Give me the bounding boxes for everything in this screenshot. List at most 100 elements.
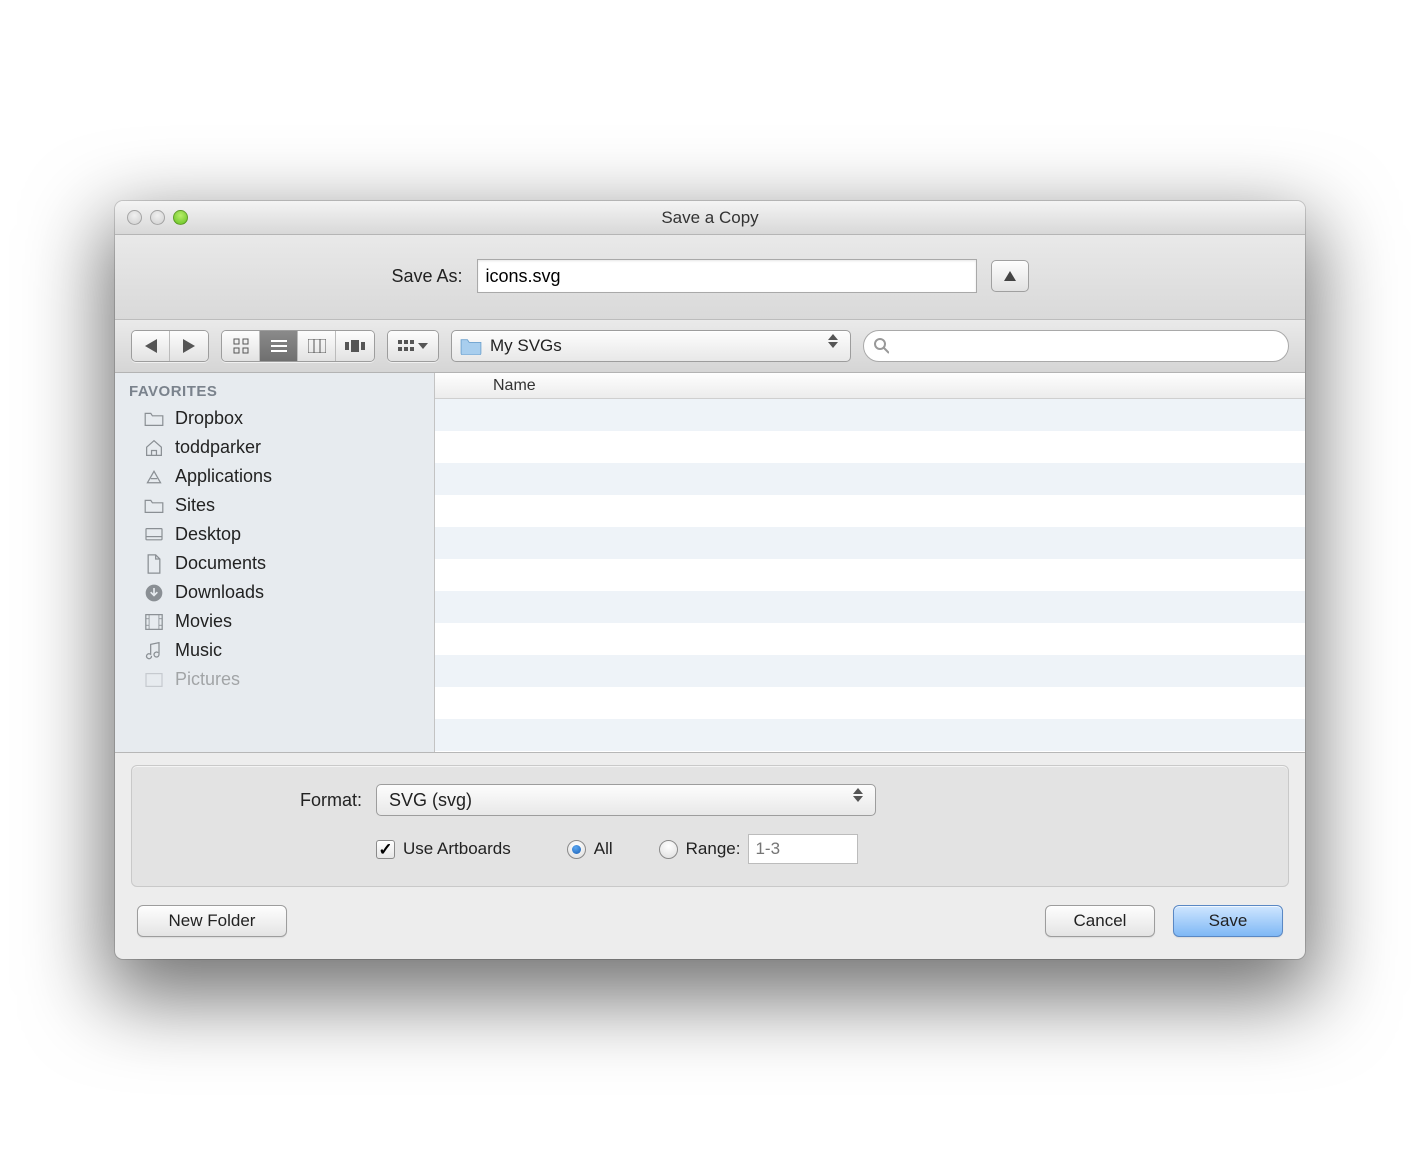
file-row	[435, 399, 1305, 431]
movies-icon	[143, 612, 165, 632]
search-icon	[874, 338, 889, 354]
file-row	[435, 591, 1305, 623]
pictures-icon	[143, 670, 165, 690]
format-panel: Format: SVG (svg) Use Artboards All Rang…	[131, 765, 1289, 887]
folder-icon	[143, 496, 165, 516]
view-mode-segment	[221, 330, 375, 362]
stepper-icon	[853, 788, 869, 802]
sidebar-header: FAVORITES	[115, 379, 434, 404]
sidebar-item-label: Applications	[175, 466, 272, 487]
chevron-down-icon	[418, 343, 428, 349]
sidebar-item-label: Dropbox	[175, 408, 243, 429]
save-button[interactable]: Save	[1173, 905, 1283, 937]
music-icon	[143, 641, 165, 661]
traffic-lights	[127, 210, 188, 225]
sidebar-item-label: Desktop	[175, 524, 241, 545]
file-row	[435, 719, 1305, 751]
grid-icon	[233, 338, 249, 354]
use-artboards-label: Use Artboards	[403, 839, 511, 859]
format-value: SVG (svg)	[389, 790, 472, 811]
zoom-button[interactable]	[173, 210, 188, 225]
arrange-button[interactable]	[388, 331, 438, 361]
file-row	[435, 559, 1305, 591]
new-folder-button[interactable]: New Folder	[137, 905, 287, 937]
list-view-button[interactable]	[260, 331, 298, 361]
file-list: Name	[435, 373, 1305, 752]
file-row	[435, 623, 1305, 655]
filename-input[interactable]	[477, 259, 977, 293]
sidebar-item-label: Pictures	[175, 669, 240, 690]
path-popup[interactable]: My SVGs	[451, 330, 851, 362]
file-browser: FAVORITES Dropbox toddparker Application…	[115, 373, 1305, 753]
home-icon	[143, 438, 165, 458]
format-label: Format:	[172, 790, 362, 811]
coverflow-view-button[interactable]	[336, 331, 374, 361]
sidebar-item-label: Music	[175, 640, 222, 661]
sidebar-item-applications[interactable]: Applications	[115, 462, 434, 491]
search-input[interactable]	[889, 337, 1278, 355]
sidebar-item-label: Sites	[175, 495, 215, 516]
triangle-left-icon	[145, 339, 157, 353]
range-input[interactable]	[748, 834, 858, 864]
sidebar-item-label: toddparker	[175, 437, 261, 458]
range-radio[interactable]	[659, 840, 678, 859]
dialog-footer: New Folder Cancel Save	[115, 887, 1305, 959]
triangle-up-icon	[1004, 271, 1016, 281]
path-label: My SVGs	[490, 336, 562, 356]
columns-icon	[308, 339, 326, 353]
list-icon	[271, 340, 287, 352]
minimize-button[interactable]	[150, 210, 165, 225]
cancel-button[interactable]: Cancel	[1045, 905, 1155, 937]
sidebar-item-movies[interactable]: Movies	[115, 607, 434, 636]
save-label: Save	[1209, 911, 1248, 931]
file-row	[435, 495, 1305, 527]
forward-button[interactable]	[170, 331, 208, 361]
search-field[interactable]	[863, 330, 1289, 362]
icon-view-button[interactable]	[222, 331, 260, 361]
file-row	[435, 431, 1305, 463]
format-popup[interactable]: SVG (svg)	[376, 784, 876, 816]
sidebar: FAVORITES Dropbox toddparker Application…	[115, 373, 435, 752]
all-label: All	[594, 839, 613, 859]
arrange-segment	[387, 330, 439, 362]
folder-icon	[460, 337, 482, 355]
use-artboards-checkbox[interactable]	[376, 840, 395, 859]
sidebar-item-home[interactable]: toddparker	[115, 433, 434, 462]
file-row	[435, 655, 1305, 687]
sidebar-item-label: Documents	[175, 553, 266, 574]
file-rows[interactable]	[435, 399, 1305, 752]
range-label: Range:	[686, 839, 741, 859]
window-title: Save a Copy	[661, 208, 758, 228]
sidebar-item-sites[interactable]: Sites	[115, 491, 434, 520]
sidebar-item-documents[interactable]: Documents	[115, 549, 434, 578]
browser-toolbar: My SVGs	[115, 320, 1305, 373]
column-view-button[interactable]	[298, 331, 336, 361]
folder-icon	[143, 409, 165, 429]
close-button[interactable]	[127, 210, 142, 225]
stepper-icon	[828, 334, 844, 348]
grid-small-icon	[398, 340, 414, 352]
expand-collapse-button[interactable]	[991, 260, 1029, 292]
save-dialog-window: Save a Copy Save As:	[115, 201, 1305, 959]
new-folder-label: New Folder	[169, 911, 256, 931]
sidebar-item-label: Movies	[175, 611, 232, 632]
documents-icon	[143, 554, 165, 574]
all-radio[interactable]	[567, 840, 586, 859]
sidebar-item-music[interactable]: Music	[115, 636, 434, 665]
file-row	[435, 463, 1305, 495]
nav-back-forward	[131, 330, 209, 362]
desktop-icon	[143, 525, 165, 545]
file-row	[435, 527, 1305, 559]
sidebar-item-label: Downloads	[175, 582, 264, 603]
cancel-label: Cancel	[1074, 911, 1127, 931]
coverflow-icon	[345, 340, 365, 352]
sidebar-item-pictures[interactable]: Pictures	[115, 665, 434, 694]
sidebar-item-desktop[interactable]: Desktop	[115, 520, 434, 549]
titlebar: Save a Copy	[115, 201, 1305, 235]
sidebar-item-downloads[interactable]: Downloads	[115, 578, 434, 607]
column-header-name[interactable]: Name	[435, 373, 1305, 399]
save-as-row: Save As:	[115, 235, 1305, 320]
back-button[interactable]	[132, 331, 170, 361]
applications-icon	[143, 467, 165, 487]
sidebar-item-dropbox[interactable]: Dropbox	[115, 404, 434, 433]
